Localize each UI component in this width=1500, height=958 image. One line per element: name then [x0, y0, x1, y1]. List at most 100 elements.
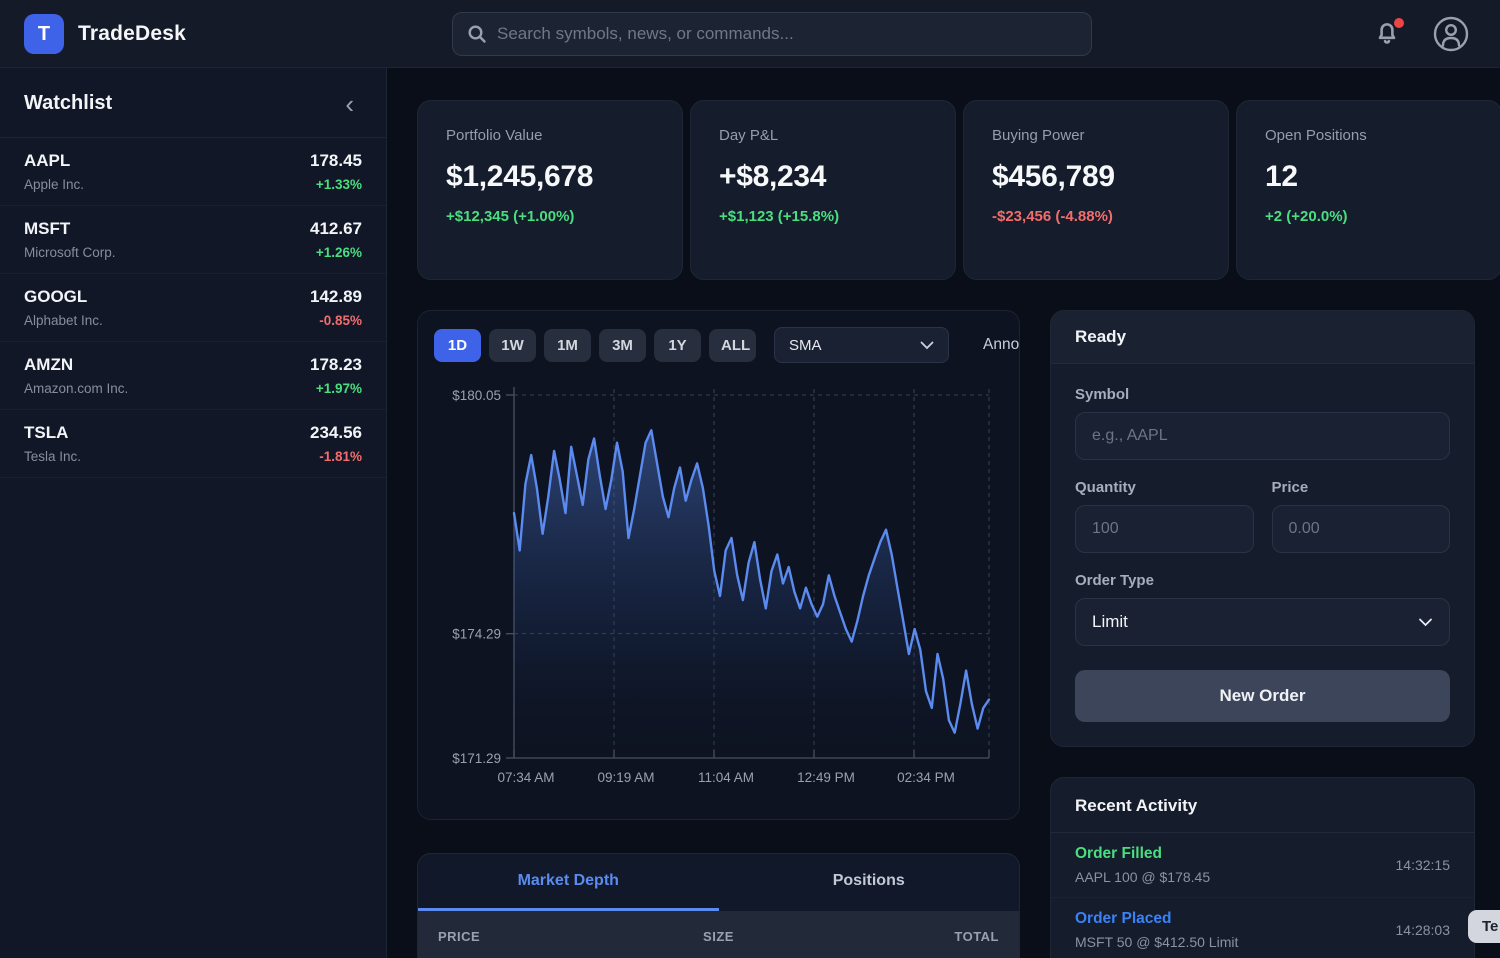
timeframe-button-1w[interactable]: 1W — [489, 329, 536, 362]
activity-row-order-filled[interactable]: Order Filled AAPL 100 @ $178.45 14:32:15 — [1051, 833, 1474, 898]
bottom-tabs: Market Depth Positions — [418, 854, 1019, 911]
collapse-sidebar-icon[interactable]: ‹ — [337, 95, 362, 113]
recent-activity-title: Recent Activity — [1051, 778, 1474, 833]
stat-label: Buying Power — [992, 127, 1200, 144]
column-size: SIZE — [625, 929, 812, 944]
stat-card-portfolio-value: Portfolio Value $1,245,678 +$12,345 (+1.… — [417, 100, 683, 280]
brand[interactable]: T TradeDesk — [24, 14, 186, 54]
svg-text:09:19 AM: 09:19 AM — [597, 770, 654, 785]
watchlist-row-msft[interactable]: MSFT Microsoft Corp. 412.67 +1.26% — [0, 206, 386, 274]
ticker-symbol: TSLA — [24, 423, 81, 443]
ticker-symbol: AAPL — [24, 151, 84, 171]
timeframe-button-1y[interactable]: 1Y — [654, 329, 701, 362]
stat-card-open-positions: Open Positions 12 +2 (+20.0%) — [1236, 100, 1500, 280]
market-depth-card: Market Depth Positions PRICE SIZE TOTAL — [417, 853, 1020, 958]
stat-change: +$1,123 (+15.8%) — [719, 208, 927, 225]
stat-card-buying-power: Buying Power $456,789 -$23,456 (-4.88%) — [963, 100, 1229, 280]
timeframe-button-all[interactable]: ALL — [709, 329, 756, 362]
watchlist-row-tsla[interactable]: TSLA Tesla Inc. 234.56 -1.81% — [0, 410, 386, 478]
top-nav: T TradeDesk — [0, 0, 1500, 68]
annotate-label[interactable]: Annotate — [983, 336, 1020, 354]
notifications-button[interactable] — [1374, 19, 1402, 49]
stat-change: +$12,345 (+1.00%) — [446, 208, 654, 225]
timeframe-button-3m[interactable]: 3M — [599, 329, 646, 362]
global-search[interactable] — [452, 12, 1092, 56]
company-name: Tesla Inc. — [24, 449, 81, 464]
change-percent: +1.26% — [310, 245, 362, 260]
stat-label: Portfolio Value — [446, 127, 654, 144]
recent-activity-card: Recent Activity Order Filled AAPL 100 @ … — [1050, 777, 1475, 958]
app-logo: T — [24, 14, 64, 54]
order-type-value: Limit — [1092, 612, 1128, 632]
company-name: Apple Inc. — [24, 177, 84, 192]
activity-detail: MSFT 50 @ $412.50 Limit — [1075, 934, 1238, 950]
order-ticket-card: Ready Symbol Quantity Price — [1050, 310, 1475, 747]
stat-label: Open Positions — [1265, 127, 1473, 144]
stat-value: +$8,234 — [719, 160, 927, 194]
indicator-value: SMA — [789, 337, 822, 354]
stat-card-day-pnl: Day P&L +$8,234 +$1,123 (+15.8%) — [690, 100, 956, 280]
chevron-down-icon — [920, 341, 934, 350]
search-icon — [467, 24, 487, 44]
activity-detail: AAPL 100 @ $178.45 — [1075, 869, 1210, 885]
new-order-button[interactable]: New Order — [1075, 670, 1450, 722]
watchlist-sidebar: Watchlist ‹ AAPL Apple Inc. 178.45 +1.33… — [0, 68, 387, 958]
ticker-symbol: MSFT — [24, 219, 116, 239]
symbol-label: Symbol — [1075, 386, 1450, 403]
stat-value: $1,245,678 — [446, 160, 654, 194]
quantity-label: Quantity — [1075, 479, 1254, 496]
depth-table-header: PRICE SIZE TOTAL — [418, 911, 1019, 958]
quantity-input[interactable] — [1075, 505, 1254, 553]
watchlist-row-aapl[interactable]: AAPL Apple Inc. 178.45 +1.33% — [0, 138, 386, 206]
search-input[interactable] — [497, 24, 1077, 44]
change-percent: -0.85% — [310, 313, 362, 328]
price: 234.56 — [310, 423, 362, 443]
svg-text:$174.29: $174.29 — [452, 627, 501, 642]
timeframe-button-1d[interactable]: 1D — [434, 329, 481, 362]
activity-time: 14:28:03 — [1396, 922, 1451, 938]
price: 178.45 — [310, 151, 362, 171]
app-title: TradeDesk — [78, 22, 186, 46]
main-content: Portfolio Value $1,245,678 +$12,345 (+1.… — [387, 68, 1500, 958]
column-total: TOTAL — [812, 929, 999, 944]
symbol-input[interactable] — [1075, 412, 1450, 460]
svg-text:02:34 PM: 02:34 PM — [897, 770, 955, 785]
tab-market-depth[interactable]: Market Depth — [418, 854, 719, 911]
company-name: Alphabet Inc. — [24, 313, 103, 328]
chevron-down-icon — [1418, 618, 1433, 627]
svg-text:12:49 PM: 12:49 PM — [797, 770, 855, 785]
svg-text:$171.29: $171.29 — [452, 751, 501, 766]
price-chart[interactable]: $180.05$174.29$171.2907:34 AM09:19 AM11:… — [434, 375, 1005, 803]
indicator-select[interactable]: SMA — [774, 327, 949, 363]
user-avatar-icon[interactable] — [1432, 15, 1470, 53]
watchlist-row-googl[interactable]: GOOGL Alphabet Inc. 142.89 -0.85% — [0, 274, 386, 342]
activity-row-order-placed[interactable]: Order Placed MSFT 50 @ $412.50 Limit 14:… — [1051, 898, 1474, 958]
stat-value: 12 — [1265, 160, 1473, 194]
order-status: Ready — [1051, 311, 1474, 364]
activity-type: Order Placed — [1075, 910, 1238, 928]
stat-label: Day P&L — [719, 127, 927, 144]
price-input[interactable] — [1272, 505, 1451, 553]
svg-text:11:04 AM: 11:04 AM — [698, 770, 754, 785]
watchlist-row-amzn[interactable]: AMZN Amazon.com Inc. 178.23 +1.97% — [0, 342, 386, 410]
toast-notification[interactable]: Te — [1468, 910, 1500, 943]
company-name: Microsoft Corp. — [24, 245, 116, 260]
order-type-select[interactable]: Limit — [1075, 598, 1450, 646]
stat-change: +2 (+20.0%) — [1265, 208, 1473, 225]
ticker-symbol: AMZN — [24, 355, 128, 375]
change-percent: +1.97% — [310, 381, 362, 396]
tab-positions[interactable]: Positions — [719, 854, 1020, 911]
stat-value: $456,789 — [992, 160, 1200, 194]
watchlist-title: Watchlist — [24, 92, 112, 115]
stat-change: -$23,456 (-4.88%) — [992, 208, 1200, 225]
column-price: PRICE — [438, 929, 625, 944]
chart-toolbar: 1D 1W 1M 3M 1Y ALL SMA Annotate — [434, 327, 1003, 363]
timeframe-button-1m[interactable]: 1M — [544, 329, 591, 362]
price: 142.89 — [310, 287, 362, 307]
notification-dot — [1394, 18, 1404, 28]
order-type-label: Order Type — [1075, 572, 1450, 589]
activity-time: 14:32:15 — [1396, 857, 1451, 873]
stats-row: Portfolio Value $1,245,678 +$12,345 (+1.… — [417, 100, 1500, 280]
svg-text:$180.05: $180.05 — [452, 388, 501, 403]
price-chart-card: 1D 1W 1M 3M 1Y ALL SMA Annotate $180.05 $… — [417, 310, 1020, 820]
